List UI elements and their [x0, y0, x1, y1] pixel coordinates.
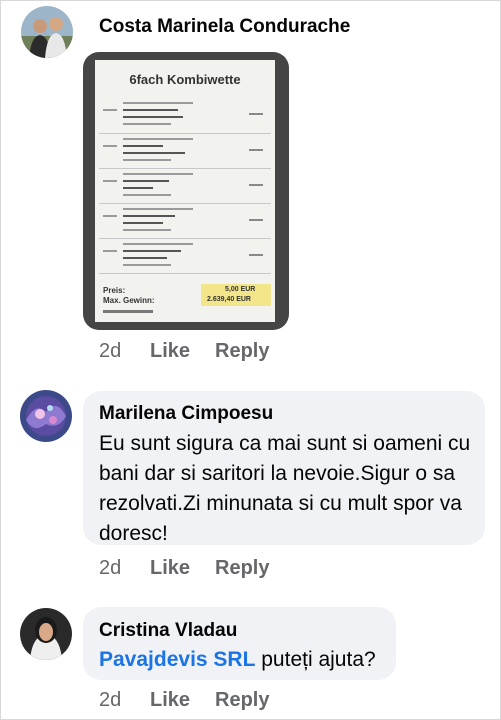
avatar[interactable] — [20, 390, 72, 442]
comment-author[interactable]: Cristina Vladau — [99, 620, 237, 642]
attached-photo[interactable]: 6fach Kombiwette Preis: 5,00 EUR Max. Ge… — [83, 52, 289, 330]
mention-link[interactable]: Pavajdevis SRL — [99, 648, 255, 671]
bet-row — [103, 171, 267, 201]
comment-text: Pavajdevis SRL puteți ajuta? — [99, 645, 376, 675]
comment-text: Eu sunt sigura ca mai sunt si oameni cu … — [99, 432, 471, 545]
reply-button[interactable]: Reply — [215, 340, 269, 363]
comment-text-body: puteți ajuta? — [255, 648, 376, 671]
like-button[interactable]: Like — [150, 689, 190, 712]
bet-row — [103, 206, 267, 236]
comment-time[interactable]: 2d — [99, 557, 121, 580]
avatar[interactable] — [21, 6, 73, 58]
bet-slip: 6fach Kombiwette Preis: 5,00 EUR Max. Ge… — [95, 60, 275, 322]
bet-row — [103, 241, 267, 271]
avatar[interactable] — [20, 608, 72, 660]
reply-button[interactable]: Reply — [215, 689, 269, 712]
comment-author[interactable]: Costa Marinela Condurache — [99, 16, 350, 38]
comment-time[interactable]: 2d — [99, 689, 121, 712]
comments-thread: Costa Marinela Condurache 6fach Kombiwet… — [0, 0, 501, 720]
avatar-photo — [20, 608, 72, 660]
bet-slip-win-label: Max. Gewinn: — [103, 296, 155, 305]
bet-slip-total-label: Preis: — [103, 286, 126, 295]
bet-slip-title: 6fach Kombiwette — [129, 72, 241, 87]
avatar-photo — [21, 6, 73, 58]
bet-row — [103, 100, 267, 130]
reply-button[interactable]: Reply — [215, 557, 269, 580]
bet-row — [103, 136, 267, 166]
bet-slip-total-value: 5,00 EUR — [225, 286, 256, 293]
comment-time[interactable]: 2d — [99, 340, 121, 363]
like-button[interactable]: Like — [150, 340, 190, 363]
bet-slip-win-value: 2.639,40 EUR — [207, 296, 251, 303]
comment-author[interactable]: Marilena Cimpoesu — [99, 403, 273, 425]
like-button[interactable]: Like — [150, 557, 190, 580]
comment-bubble: Cristina Vladau Pavajdevis SRL puteți aj… — [83, 607, 396, 680]
avatar-photo — [20, 390, 72, 442]
comment-bubble: Marilena Cimpoesu Eu sunt sigura ca mai … — [83, 391, 485, 545]
